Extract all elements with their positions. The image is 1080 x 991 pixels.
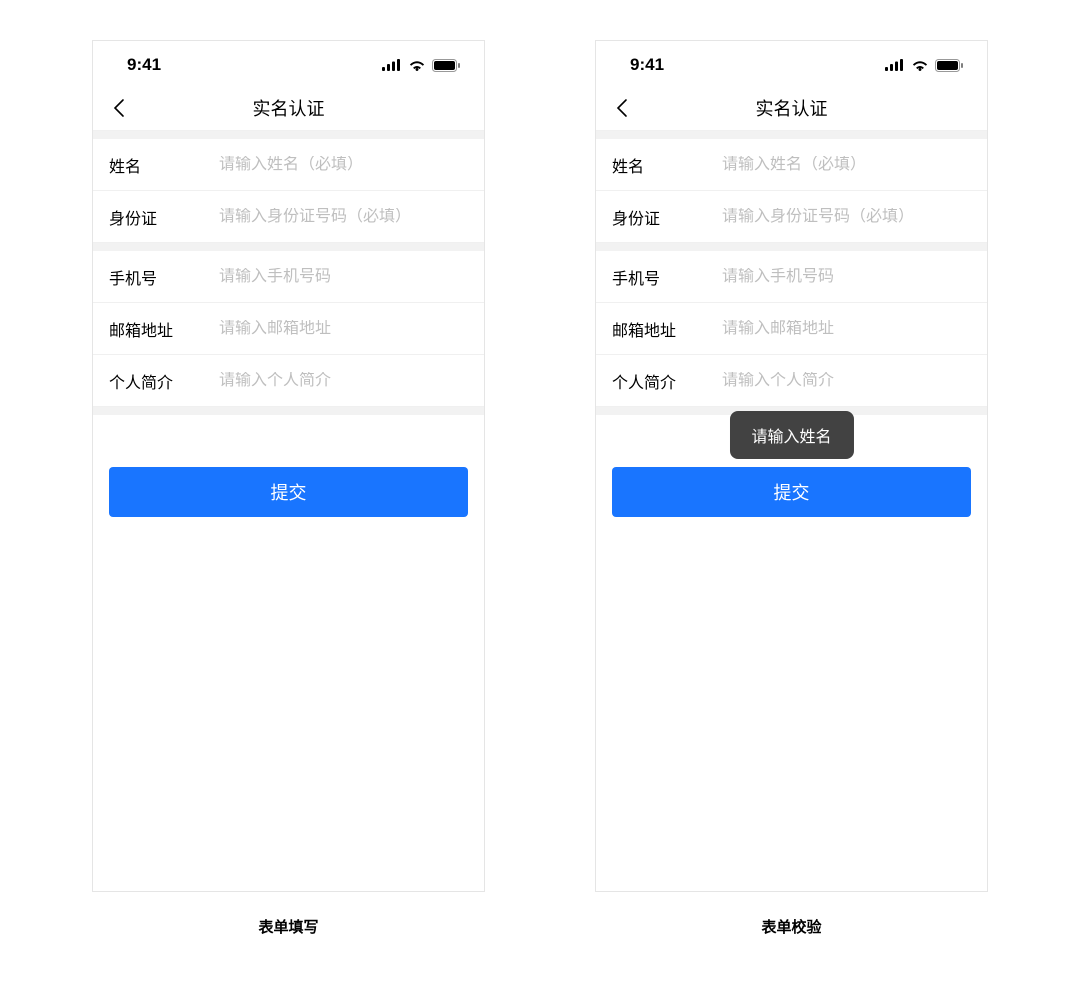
- label-idcard: 身份证: [612, 205, 722, 229]
- nav-bar: 实名认证: [596, 85, 987, 131]
- back-button[interactable]: [608, 94, 636, 122]
- status-bar: 9:41: [93, 41, 484, 85]
- input-email[interactable]: [219, 320, 468, 338]
- chevron-left-icon: [616, 98, 628, 118]
- input-phone[interactable]: [219, 268, 468, 286]
- wifi-icon: [408, 59, 426, 71]
- input-name[interactable]: [722, 156, 971, 174]
- page-title: 实名认证: [133, 95, 444, 121]
- back-button[interactable]: [105, 94, 133, 122]
- input-bio[interactable]: [722, 372, 971, 390]
- row-bio: 个人简介: [596, 355, 987, 407]
- battery-icon: [432, 59, 460, 72]
- row-email: 邮箱地址: [93, 303, 484, 355]
- page-title: 实名认证: [636, 95, 947, 121]
- input-name[interactable]: [219, 156, 468, 174]
- row-idcard: 身份证: [93, 191, 484, 243]
- label-email: 邮箱地址: [612, 317, 722, 341]
- label-email: 邮箱地址: [109, 317, 219, 341]
- status-icons: [382, 59, 460, 72]
- wifi-icon: [911, 59, 929, 71]
- status-time: 9:41: [127, 55, 161, 75]
- input-idcard[interactable]: [219, 208, 468, 226]
- section-gap: [596, 131, 987, 139]
- input-bio[interactable]: [219, 372, 468, 390]
- battery-icon: [935, 59, 963, 72]
- submit-button[interactable]: 提交: [109, 467, 468, 517]
- row-bio: 个人简介: [93, 355, 484, 407]
- row-name: 姓名: [596, 139, 987, 191]
- row-phone: 手机号: [596, 251, 987, 303]
- row-name: 姓名: [93, 139, 484, 191]
- label-name: 姓名: [109, 153, 219, 177]
- caption-right: 表单校验: [761, 916, 821, 937]
- section-gap: [93, 243, 484, 251]
- label-phone: 手机号: [109, 265, 219, 289]
- input-idcard[interactable]: [722, 208, 971, 226]
- row-email: 邮箱地址: [596, 303, 987, 355]
- status-bar: 9:41: [596, 41, 987, 85]
- label-phone: 手机号: [612, 265, 722, 289]
- toast-message: 请输入姓名: [729, 411, 853, 459]
- input-email[interactable]: [722, 320, 971, 338]
- submit-button[interactable]: 提交: [612, 467, 971, 517]
- cellular-icon: [885, 59, 905, 71]
- label-bio: 个人简介: [612, 369, 722, 393]
- phone-form-fill: 9:41 实名认证 姓名 身份证 手机号 邮箱地址: [92, 40, 485, 892]
- label-name: 姓名: [612, 153, 722, 177]
- label-idcard: 身份证: [109, 205, 219, 229]
- section-gap: [596, 243, 987, 251]
- row-idcard: 身份证: [596, 191, 987, 243]
- status-time: 9:41: [630, 55, 664, 75]
- section-gap: [93, 131, 484, 139]
- section-gap: [93, 407, 484, 415]
- nav-bar: 实名认证: [93, 85, 484, 131]
- caption-left: 表单填写: [258, 916, 318, 937]
- status-icons: [885, 59, 963, 72]
- row-phone: 手机号: [93, 251, 484, 303]
- label-bio: 个人简介: [109, 369, 219, 393]
- chevron-left-icon: [113, 98, 125, 118]
- input-phone[interactable]: [722, 268, 971, 286]
- cellular-icon: [382, 59, 402, 71]
- phone-form-validate: 9:41 实名认证 姓名 身份证 手机号 邮箱地址: [595, 40, 988, 892]
